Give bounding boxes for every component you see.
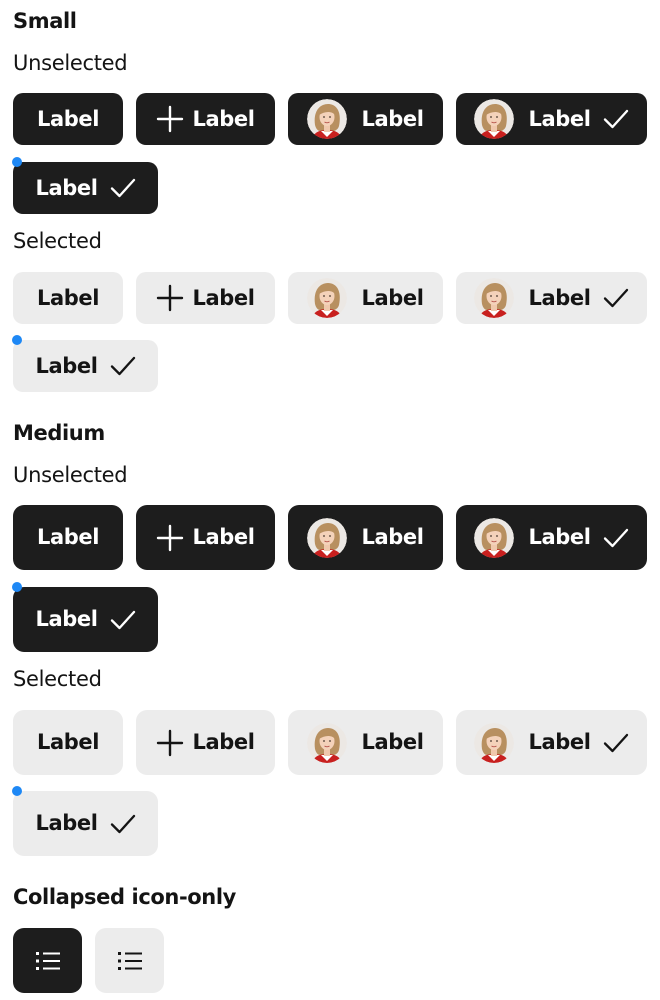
chip-label: Label	[361, 106, 424, 131]
chip-medium-selected-avatar[interactable]: Label	[288, 710, 443, 775]
chip-label: Label	[36, 106, 100, 131]
check-icon	[110, 178, 135, 198]
plus-icon	[157, 105, 184, 133]
focus-indicator-dot	[12, 335, 22, 345]
user-avatar	[474, 722, 515, 763]
list-icon	[35, 951, 60, 970]
chip-medium-selected-add[interactable]: Label	[136, 710, 275, 775]
check-icon	[603, 733, 628, 752]
check-icon	[603, 109, 628, 129]
chip-label: Label	[192, 106, 255, 131]
state-label-medium-unselected: Unselected	[13, 463, 128, 487]
chip-label: Label	[361, 730, 424, 754]
chip-label: Label	[35, 175, 98, 200]
chip-medium-unselected-avatar[interactable]: Label	[288, 505, 443, 570]
collapsed-chip-selected[interactable]	[95, 928, 164, 993]
chip-label: Label	[361, 525, 424, 549]
chip-label: Label	[192, 525, 255, 549]
user-avatar	[474, 99, 515, 139]
list-icon	[117, 951, 142, 970]
chip-medium-selected-text[interactable]: Label	[13, 710, 123, 775]
check-icon	[110, 814, 135, 833]
small-unselected-row-2: Label	[12, 157, 653, 214]
user-avatar	[474, 517, 515, 558]
chip-label: Label	[192, 730, 255, 754]
user-avatar	[307, 99, 348, 139]
medium-selected-row: Label Label Label Label	[13, 710, 653, 775]
chip-small-selected-text[interactable]: Label	[13, 272, 123, 324]
user-avatar	[307, 278, 348, 318]
chip-label: Label	[35, 607, 98, 631]
chip-showcase-page: Small Unselected Label Label Label Label…	[0, 0, 660, 1000]
chip-label: Label	[528, 730, 591, 754]
chip-label: Label	[35, 811, 98, 835]
medium-unselected-row: Label Label Label Label	[13, 505, 653, 570]
small-unselected-row: Label Label Label Label	[13, 93, 653, 145]
chip-small-selected-add[interactable]: Label	[136, 272, 275, 324]
medium-selected-row-2: Label	[12, 786, 653, 856]
medium-unselected-row-2: Label	[12, 582, 653, 652]
chip-small-unselected-add[interactable]: Label	[136, 93, 275, 145]
chip-label: Label	[192, 285, 255, 310]
plus-icon	[157, 729, 184, 756]
plus-icon	[157, 524, 184, 551]
chip-small-unselected-avatar[interactable]: Label	[288, 93, 443, 145]
chip-label: Label	[528, 106, 591, 131]
chip-small-unselected-text[interactable]: Label	[13, 93, 123, 145]
section-title-collapsed: Collapsed icon-only	[13, 885, 236, 909]
chip-label: Label	[36, 525, 100, 549]
user-avatar	[307, 517, 348, 558]
section-title-small: Small	[13, 9, 77, 33]
chip-small-unselected-check-focused[interactable]: Label	[13, 162, 158, 214]
focus-indicator-dot	[12, 157, 22, 167]
state-label-small-selected: Selected	[13, 229, 102, 253]
chip-small-unselected-avatar-check[interactable]: Label	[456, 93, 647, 145]
collapsed-chip-unselected[interactable]	[13, 928, 82, 993]
section-title-medium: Medium	[13, 421, 105, 445]
check-icon	[110, 356, 135, 376]
chip-label: Label	[36, 730, 100, 754]
small-selected-row-2: Label	[12, 335, 653, 392]
chip-medium-unselected-avatar-check[interactable]: Label	[456, 505, 647, 570]
plus-icon	[157, 284, 184, 312]
small-selected-row: Label Label Label Label	[13, 272, 653, 324]
chip-label: Label	[35, 353, 98, 378]
check-icon	[603, 288, 628, 308]
chip-medium-selected-avatar-check[interactable]: Label	[456, 710, 647, 775]
user-avatar	[474, 278, 515, 318]
chip-medium-unselected-add[interactable]: Label	[136, 505, 275, 570]
chip-label: Label	[528, 525, 591, 549]
check-icon	[110, 610, 135, 629]
chip-label: Label	[36, 285, 100, 310]
focus-indicator-dot	[12, 786, 22, 796]
collapsed-icon-row	[13, 928, 653, 993]
chip-label: Label	[528, 285, 591, 310]
user-avatar	[307, 722, 348, 763]
chip-medium-unselected-check-focused[interactable]: Label	[13, 587, 158, 652]
chip-medium-selected-check-focused[interactable]: Label	[13, 791, 158, 856]
check-icon	[603, 528, 628, 547]
chip-small-selected-avatar-check[interactable]: Label	[456, 272, 647, 324]
focus-indicator-dot	[12, 582, 22, 592]
chip-small-selected-avatar[interactable]: Label	[288, 272, 443, 324]
chip-label: Label	[361, 285, 424, 310]
chip-small-selected-check-focused[interactable]: Label	[13, 340, 158, 392]
state-label-small-unselected: Unselected	[13, 51, 128, 75]
state-label-medium-selected: Selected	[13, 667, 102, 691]
chip-medium-unselected-text[interactable]: Label	[13, 505, 123, 570]
